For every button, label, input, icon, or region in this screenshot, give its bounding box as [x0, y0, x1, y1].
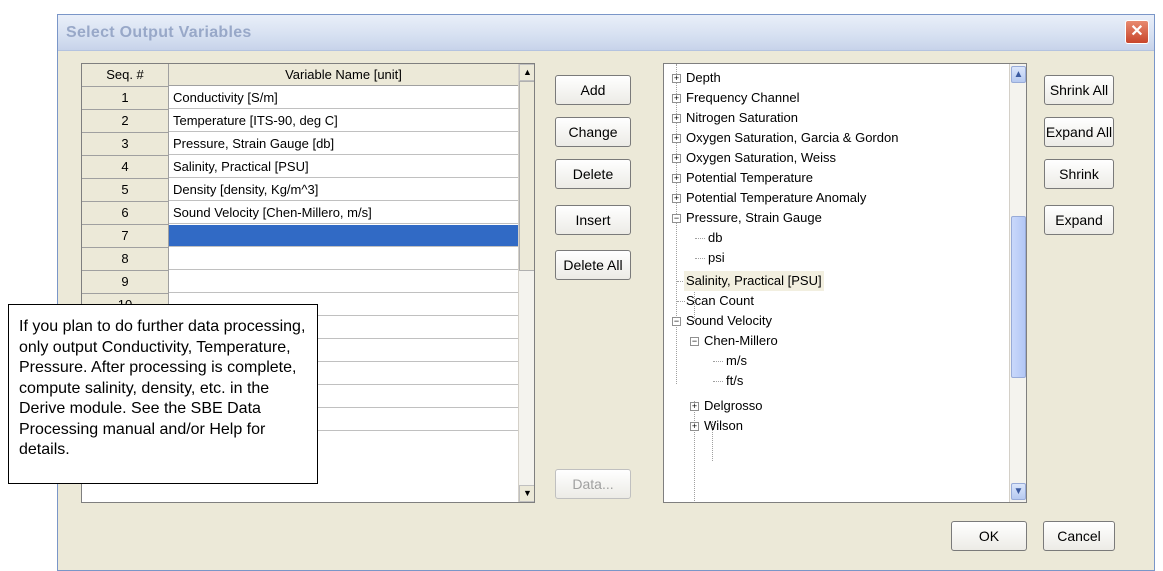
seq-cell: 8	[82, 248, 169, 271]
table-header-row: Seq. # Variable Name [unit]	[82, 64, 518, 87]
variable-name-cell[interactable]: Density [density, Kg/m^3]	[169, 179, 518, 201]
variable-name-cell[interactable]: Pressure, Strain Gauge [db]	[169, 133, 518, 155]
annotation-callout: If you plan to do further data processin…	[8, 304, 318, 484]
close-icon[interactable]: ✕	[1125, 20, 1149, 44]
collapse-icon[interactable]: −	[672, 317, 681, 326]
add-button[interactable]: Add	[555, 75, 631, 105]
expand-button[interactable]: Expand	[1044, 205, 1114, 235]
collapse-icon[interactable]: −	[690, 337, 699, 346]
ok-button[interactable]: OK	[951, 521, 1027, 551]
callout-text: If you plan to do further data processin…	[19, 318, 306, 458]
seq-cell: 6	[82, 202, 169, 225]
variable-name-cell[interactable]: Salinity, Practical [PSU]	[169, 156, 518, 178]
expand-icon[interactable]: +	[690, 422, 699, 431]
table-row[interactable]: 1 Conductivity [S/m]	[82, 87, 518, 110]
shrink-all-button[interactable]: Shrink All	[1044, 75, 1114, 105]
seq-cell: 9	[82, 271, 169, 294]
tree-scrollbar[interactable]: ▲ ▼	[1009, 64, 1026, 502]
change-button[interactable]: Change	[555, 117, 631, 147]
expand-icon[interactable]: +	[672, 174, 681, 183]
variable-name-cell[interactable]	[169, 248, 518, 270]
column-header-variable[interactable]: Variable Name [unit]	[169, 64, 518, 86]
seq-cell: 5	[82, 179, 169, 202]
scroll-down-icon[interactable]: ▼	[1011, 483, 1026, 500]
shrink-button[interactable]: Shrink	[1044, 159, 1114, 189]
variable-name-cell[interactable]: Sound Velocity [Chen-Millero, m/s]	[169, 202, 518, 224]
expand-icon[interactable]: +	[690, 402, 699, 411]
variables-tree: + Depth + Frequency Channel + Nitrogen S…	[663, 63, 1027, 503]
insert-button[interactable]: Insert	[555, 205, 631, 235]
expand-all-button[interactable]: Expand All	[1044, 117, 1114, 147]
cancel-button[interactable]: Cancel	[1043, 521, 1115, 551]
column-header-seq[interactable]: Seq. #	[82, 64, 169, 87]
variable-name-cell[interactable]	[169, 271, 518, 293]
table-scrollbar[interactable]: ▲ ▼	[518, 64, 534, 502]
table-scroll-thumb[interactable]	[519, 81, 534, 271]
seq-cell: 4	[82, 156, 169, 179]
data-button[interactable]: Data...	[555, 469, 631, 499]
title-bar[interactable]: Select Output Variables ✕	[58, 15, 1154, 51]
table-row[interactable]: 5 Density [density, Kg/m^3]	[82, 179, 518, 202]
table-row[interactable]: 8	[82, 248, 518, 271]
variable-name-cell[interactable]: Temperature [ITS-90, deg C]	[169, 110, 518, 132]
expand-icon[interactable]: +	[672, 94, 681, 103]
seq-cell: 3	[82, 133, 169, 156]
window-title: Select Output Variables	[66, 24, 252, 41]
scroll-up-icon[interactable]: ▲	[1011, 66, 1026, 83]
tree-scroll-thumb[interactable]	[1011, 216, 1026, 378]
variable-name-cell[interactable]: Conductivity [S/m]	[169, 87, 518, 109]
table-row[interactable]: 3 Pressure, Strain Gauge [db]	[82, 133, 518, 156]
delete-all-button[interactable]: Delete All	[555, 250, 631, 280]
variable-name-cell[interactable]	[169, 225, 518, 247]
table-row[interactable]: 2 Temperature [ITS-90, deg C]	[82, 110, 518, 133]
expand-icon[interactable]: +	[672, 194, 681, 203]
seq-cell: 2	[82, 110, 169, 133]
table-row[interactable]: 7	[82, 225, 518, 248]
expand-icon[interactable]: +	[672, 134, 681, 143]
table-row[interactable]: 9	[82, 271, 518, 294]
expand-icon[interactable]: +	[672, 154, 681, 163]
seq-cell: 1	[82, 87, 169, 110]
table-row[interactable]: 4 Salinity, Practical [PSU]	[82, 156, 518, 179]
expand-icon[interactable]: +	[672, 114, 681, 123]
delete-button[interactable]: Delete	[555, 159, 631, 189]
scroll-down-icon[interactable]: ▼	[519, 485, 534, 502]
table-row[interactable]: 6 Sound Velocity [Chen-Millero, m/s]	[82, 202, 518, 225]
expand-icon[interactable]: +	[672, 74, 681, 83]
scroll-up-icon[interactable]: ▲	[519, 64, 534, 81]
collapse-icon[interactable]: −	[672, 214, 681, 223]
seq-cell: 7	[82, 225, 169, 248]
select-output-variables-dialog: Select Output Variables ✕ Seq. # Variable…	[57, 14, 1155, 571]
